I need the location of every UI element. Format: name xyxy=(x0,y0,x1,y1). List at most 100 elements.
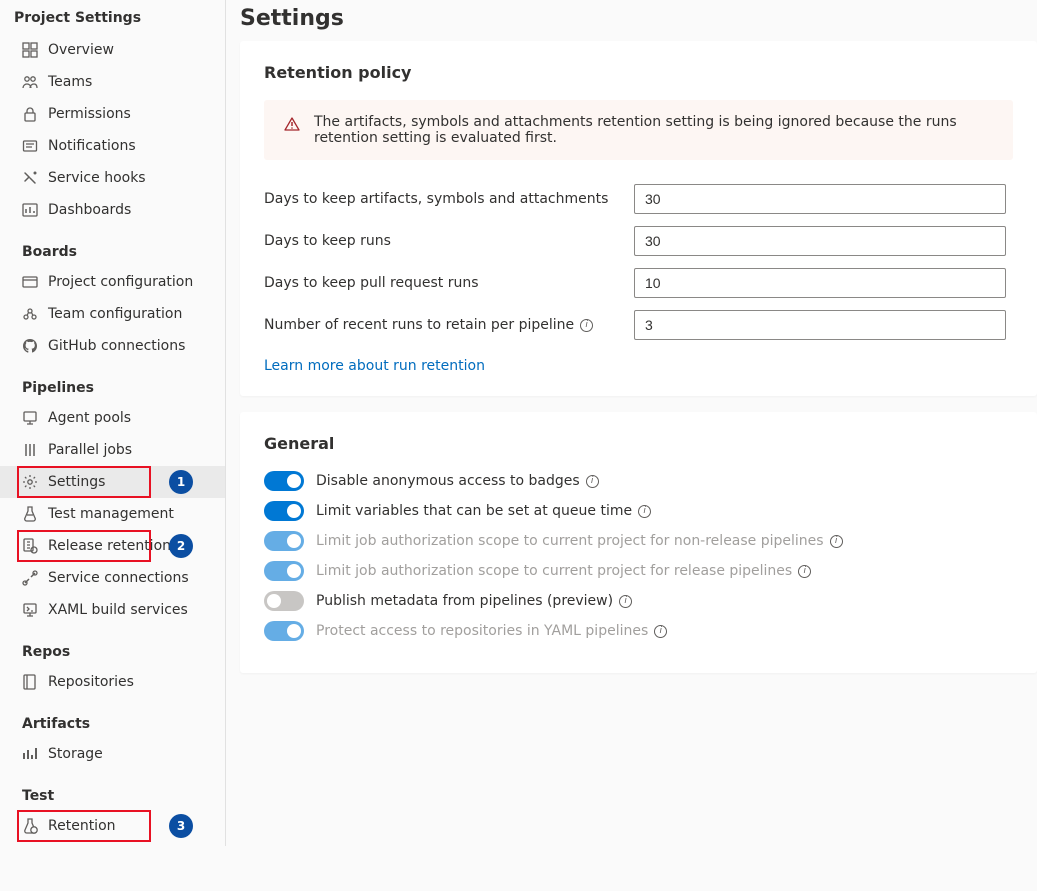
nav-boards-github-connections[interactable]: GitHub connections xyxy=(0,330,225,362)
nav-label: Test management xyxy=(48,504,174,524)
group-boards: Boards xyxy=(0,226,225,266)
label-artifacts: Days to keep artifacts, symbols and atta… xyxy=(264,191,634,207)
page-title: Settings xyxy=(240,6,1037,41)
nav-label: Teams xyxy=(48,72,92,92)
nav-general-permissions[interactable]: Permissions xyxy=(0,98,225,130)
nav-pipelines-test-management[interactable]: Test management xyxy=(0,498,225,530)
nav-pipelines-xaml-build-services[interactable]: XAML build services xyxy=(0,594,225,626)
hooks-icon xyxy=(22,170,38,186)
agent-icon xyxy=(22,410,38,426)
toggle-label-1: Limit variables that can be set at queue… xyxy=(316,503,651,519)
nav-label: Retention xyxy=(48,816,116,836)
group-repos: Repos xyxy=(0,626,225,666)
general-heading: General xyxy=(264,434,1013,453)
retention-policy-panel: Retention policy The artifacts, symbols … xyxy=(240,41,1037,396)
nav-label: Team configuration xyxy=(48,304,182,324)
nav-general-overview[interactable]: Overview xyxy=(0,34,225,66)
overview-icon xyxy=(22,42,38,58)
input-runs-days[interactable] xyxy=(634,226,1006,256)
nav-label: Service connections xyxy=(48,568,189,588)
callout-1: 1 xyxy=(169,470,193,494)
info-icon[interactable]: i xyxy=(586,475,599,488)
gear-icon xyxy=(22,474,38,490)
label-runs: Days to keep runs xyxy=(264,233,634,249)
nav-label: Overview xyxy=(48,40,114,60)
toggle-label-3: Limit job authorization scope to current… xyxy=(316,563,811,579)
info-icon[interactable]: i xyxy=(638,505,651,518)
nav-label: GitHub connections xyxy=(48,336,185,356)
teams-icon xyxy=(22,74,38,90)
nav-boards-team-configuration[interactable]: Team configuration xyxy=(0,298,225,330)
main-content: Settings Retention policy The artifacts,… xyxy=(226,0,1037,846)
input-artifacts-days[interactable] xyxy=(634,184,1006,214)
nav-boards-project-configuration[interactable]: Project configuration xyxy=(0,266,225,298)
nav-label: Agent pools xyxy=(48,408,131,428)
storage-icon xyxy=(22,746,38,762)
toggle-label-2: Limit job authorization scope to current… xyxy=(316,533,843,549)
learn-more-link[interactable]: Learn more about run retention xyxy=(264,358,485,374)
toggle-1[interactable] xyxy=(264,501,304,521)
toggle-2 xyxy=(264,531,304,551)
nav-repos-repositories[interactable]: Repositories xyxy=(0,666,225,698)
project-settings-sidebar: Project Settings Overview Teams Permission… xyxy=(0,0,226,846)
group-test: Test xyxy=(0,770,225,810)
retention-alert: The artifacts, symbols and attachments r… xyxy=(264,100,1013,160)
nav-label: Repositories xyxy=(48,672,134,692)
group-artifacts: Artifacts xyxy=(0,698,225,738)
info-icon[interactable]: i xyxy=(619,595,632,608)
nav-label: Project configuration xyxy=(48,272,193,292)
dashboard-icon xyxy=(22,202,38,218)
retention-icon xyxy=(22,538,38,554)
nav-general-teams[interactable]: Teams xyxy=(0,66,225,98)
toggle-row-4: Publish metadata from pipelines (preview… xyxy=(264,591,1013,611)
callout-3: 3 xyxy=(169,814,193,838)
github-icon xyxy=(22,338,38,354)
toggle-0[interactable] xyxy=(264,471,304,491)
notifications-icon xyxy=(22,138,38,154)
general-panel: General Disable anonymous access to badg… xyxy=(240,412,1037,673)
nav-pipelines-parallel-jobs[interactable]: Parallel jobs xyxy=(0,434,225,466)
toggle-row-0: Disable anonymous access to badgesi xyxy=(264,471,1013,491)
toggle-row-2: Limit job authorization scope to current… xyxy=(264,531,1013,551)
input-pr-runs-days[interactable] xyxy=(634,268,1006,298)
info-icon[interactable]: i xyxy=(798,565,811,578)
toggle-5 xyxy=(264,621,304,641)
nav-label: XAML build services xyxy=(48,600,188,620)
callout-2: 2 xyxy=(169,534,193,558)
nav-pipelines-agent-pools[interactable]: Agent pools xyxy=(0,402,225,434)
nav-pipelines-service-connections[interactable]: Service connections xyxy=(0,562,225,594)
info-icon[interactable]: i xyxy=(654,625,667,638)
nav-label: Service hooks xyxy=(48,168,146,188)
toggle-row-3: Limit job authorization scope to current… xyxy=(264,561,1013,581)
repo-icon xyxy=(22,674,38,690)
toggle-row-1: Limit variables that can be set at queue… xyxy=(264,501,1013,521)
group-pipelines: Pipelines xyxy=(0,362,225,402)
connect-icon xyxy=(22,570,38,586)
xaml-icon xyxy=(22,602,38,618)
label-pr-runs: Days to keep pull request runs xyxy=(264,275,634,291)
nav-general-notifications[interactable]: Notifications xyxy=(0,130,225,162)
nav-general-dashboards[interactable]: Dashboards xyxy=(0,194,225,226)
parallel-icon xyxy=(22,442,38,458)
config-icon xyxy=(22,274,38,290)
info-icon[interactable]: i xyxy=(580,319,593,332)
testretention-icon xyxy=(22,818,38,834)
nav-label: Settings xyxy=(48,472,105,492)
input-recent-runs[interactable] xyxy=(634,310,1006,340)
nav-general-service-hooks[interactable]: Service hooks xyxy=(0,162,225,194)
teamconfig-icon xyxy=(22,306,38,322)
retention-heading: Retention policy xyxy=(264,63,1013,82)
lock-icon xyxy=(22,106,38,122)
sidebar-title: Project Settings xyxy=(0,0,225,34)
nav-label: Dashboards xyxy=(48,200,131,220)
info-icon[interactable]: i xyxy=(830,535,843,548)
nav-label: Storage xyxy=(48,744,103,764)
toggle-4[interactable] xyxy=(264,591,304,611)
toggle-label-4: Publish metadata from pipelines (preview… xyxy=(316,593,632,609)
nav-label: Parallel jobs xyxy=(48,440,132,460)
toggle-label-5: Protect access to repositories in YAML p… xyxy=(316,623,667,639)
nav-artifacts-storage[interactable]: Storage xyxy=(0,738,225,770)
toggle-row-5: Protect access to repositories in YAML p… xyxy=(264,621,1013,641)
nav-label: Permissions xyxy=(48,104,131,124)
warning-icon xyxy=(284,116,300,146)
